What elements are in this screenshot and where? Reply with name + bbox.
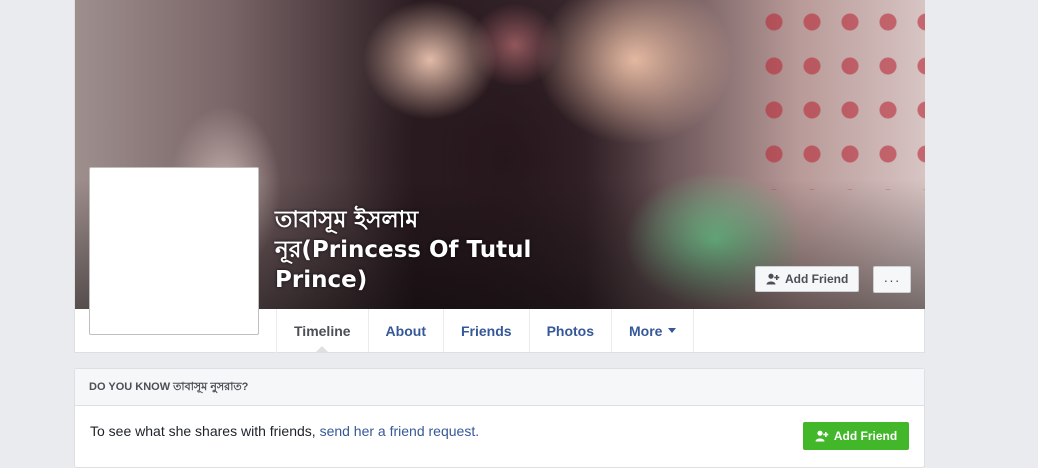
add-friend-icon: [815, 430, 829, 442]
add-friend-label: Add Friend: [785, 272, 849, 286]
profile-name[interactable]: তাবাসূম ইসলাম নূর(Princess Of Tutul Prin…: [275, 205, 535, 295]
tab-label: About: [385, 322, 426, 339]
do-you-know-header: DO YOU KNOW তাবাসূম নুসরাত?: [75, 369, 924, 406]
tab-label: Photos: [546, 322, 595, 339]
do-you-know-card: DO YOU KNOW তাবাসূম নুসরাত? To see what …: [74, 368, 925, 468]
avatar: [94, 172, 254, 330]
more-options-button[interactable]: ···: [873, 266, 911, 293]
add-friend-button[interactable]: Add Friend: [755, 266, 860, 292]
add-friend-icon: [766, 273, 780, 285]
send-friend-request-link[interactable]: send her a friend request.: [320, 423, 480, 439]
caret-down-icon: [668, 328, 677, 333]
do-you-know-body: To see what she shares with friends, sen…: [75, 406, 924, 468]
tab-label: Timeline: [294, 322, 351, 339]
prompt-text: To see what she shares with friends,: [90, 423, 320, 439]
add-friend-green-button[interactable]: Add Friend: [803, 422, 909, 450]
cover-photo-pattern: [755, 0, 925, 190]
profile-nav-tabs: Timeline About Friends Photos More: [276, 309, 695, 353]
tab-more[interactable]: More: [612, 309, 695, 352]
ellipsis-icon: ···: [883, 271, 901, 288]
tab-about[interactable]: About: [369, 309, 444, 352]
add-friend-label: Add Friend: [833, 429, 898, 443]
profile-picture[interactable]: [89, 167, 259, 335]
tab-friends[interactable]: Friends: [444, 309, 530, 352]
tab-photos[interactable]: Photos: [530, 309, 613, 352]
tab-label: More: [629, 322, 663, 339]
tab-timeline[interactable]: Timeline: [277, 309, 369, 353]
tab-label: Friends: [460, 322, 512, 339]
friend-request-prompt: To see what she shares with friends, sen…: [90, 423, 479, 439]
